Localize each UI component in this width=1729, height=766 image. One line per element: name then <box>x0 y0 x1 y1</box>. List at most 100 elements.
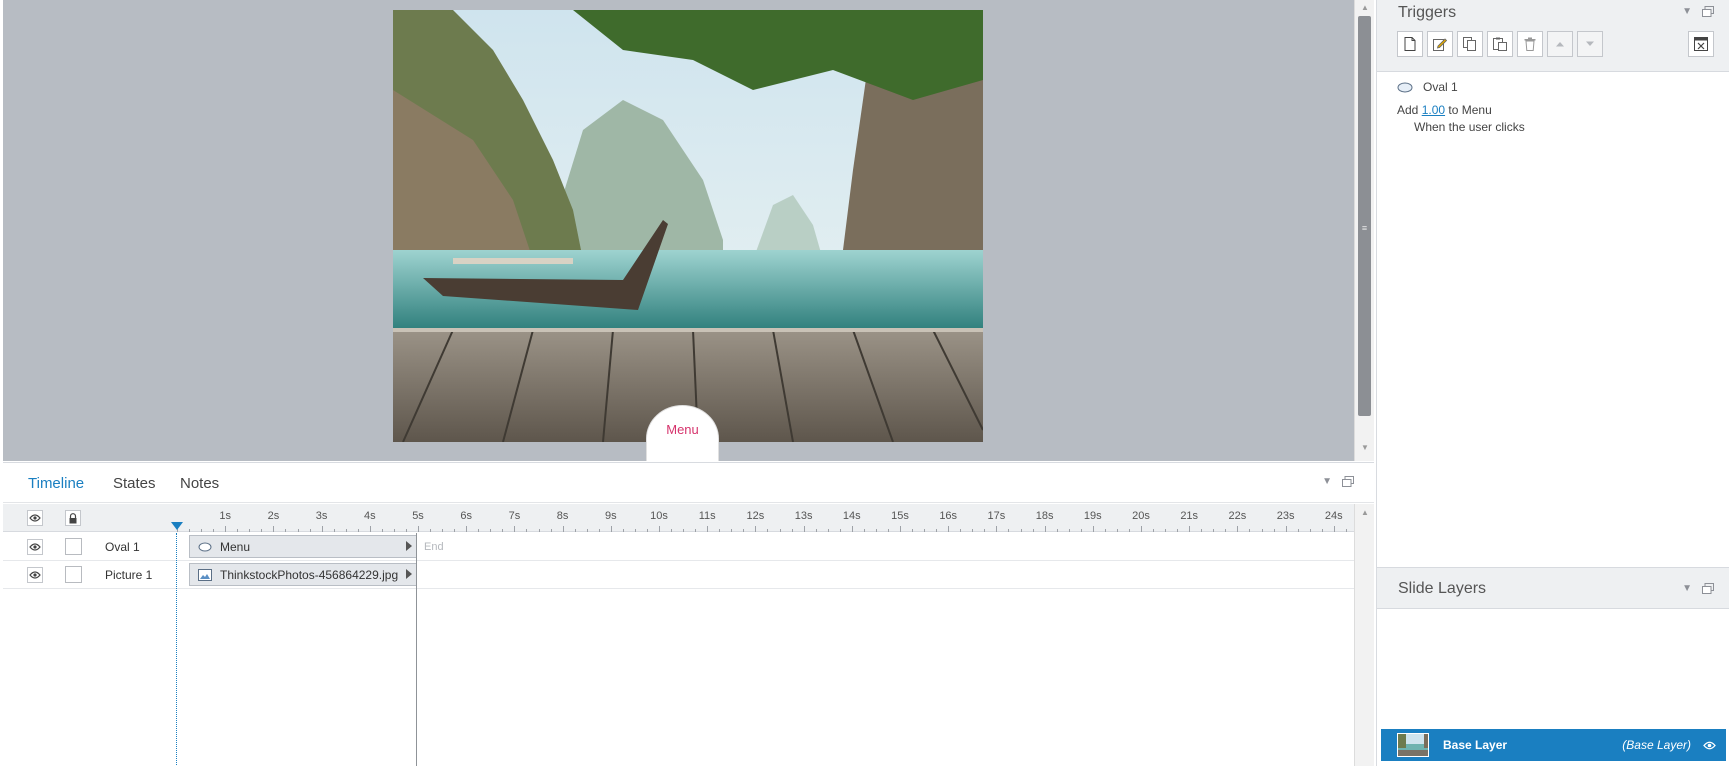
ruler-tick <box>1116 529 1118 532</box>
trash-icon <box>1524 37 1536 51</box>
ruler-tick <box>827 529 829 532</box>
timeline-vertical-scrollbar[interactable]: ▲ <box>1354 504 1374 766</box>
scrollbar-thumb[interactable]: ≡ <box>1358 16 1371 416</box>
ruler-tick <box>815 529 817 532</box>
ruler-label: 14s <box>842 510 861 522</box>
ruler-tick <box>912 529 914 532</box>
collapse-arrow-icon[interactable]: ▼ <box>1682 583 1692 597</box>
ruler-tick <box>189 529 191 532</box>
row-object-name: Oval 1 <box>105 540 140 554</box>
trigger-object-name: Oval 1 <box>1423 80 1458 94</box>
timeline-row[interactable]: Picture 1 ThinkstockPhotos-456864229.jpg <box>3 561 1354 589</box>
arrow-down-icon <box>1586 41 1594 46</box>
ruler-tick <box>1153 529 1155 532</box>
ruler-tick <box>430 529 432 532</box>
ruler-tick <box>646 529 648 532</box>
ruler-tick <box>731 529 733 532</box>
ruler-tick <box>851 526 853 532</box>
trigger-object-group[interactable]: Oval 1 <box>1397 80 1458 94</box>
expand-arrow-icon[interactable] <box>406 541 412 551</box>
scroll-up-icon[interactable]: ▲ <box>1355 508 1375 517</box>
copy-trigger-button[interactable] <box>1457 31 1483 57</box>
ruler-tick <box>586 529 588 532</box>
ruler-label: 4s <box>363 510 376 522</box>
timeline-object-bar[interactable]: Menu <box>189 535 417 558</box>
edit-trigger-button[interactable] <box>1427 31 1453 57</box>
ruler-tick <box>598 529 600 532</box>
manage-variables-button[interactable] <box>1688 31 1714 57</box>
ruler-tick <box>502 529 504 532</box>
ruler-tick <box>1333 526 1335 532</box>
undock-window-icon[interactable] <box>1702 583 1714 597</box>
timeline-header: 1s 2s 3s 4s 5s 6s 7s 8s 9s 10s 11s 12s 13s 14s 15s 16s 1… <box>3 504 1354 532</box>
collapse-arrow-icon[interactable]: ▼ <box>1322 476 1332 490</box>
undock-window-icon[interactable] <box>1342 476 1354 490</box>
new-trigger-button[interactable] <box>1397 31 1423 57</box>
ruler-tick <box>791 529 793 532</box>
ruler-tick <box>1141 526 1142 532</box>
trigger-value-link[interactable]: 1.00 <box>1422 103 1445 117</box>
storyline-editor: Menu ▲ ≡ ▼ Timeline States Notes ▼ 1s 2s… <box>0 0 1729 766</box>
collapse-arrow-icon[interactable]: ▼ <box>1682 6 1692 20</box>
layer-visibility-eye-icon[interactable] <box>1703 741 1716 750</box>
move-down-button[interactable] <box>1577 31 1603 57</box>
trigger-action-target: to Menu <box>1448 103 1492 117</box>
playhead-marker[interactable] <box>171 522 183 530</box>
ruler-label: 11s <box>698 510 716 522</box>
tab-states[interactable]: States <box>113 475 156 492</box>
undock-window-icon[interactable] <box>1702 6 1714 20</box>
menu-oval-label: Menu <box>666 422 699 437</box>
arrow-up-icon <box>1556 42 1564 47</box>
slide-picture[interactable] <box>393 10 983 442</box>
oval-icon <box>1397 82 1413 92</box>
trigger-condition[interactable]: When the user clicks <box>1414 120 1525 134</box>
move-up-button[interactable] <box>1547 31 1573 57</box>
bar-label: Menu <box>220 539 251 554</box>
delete-trigger-button[interactable] <box>1517 31 1543 57</box>
ruler-tick <box>755 526 757 532</box>
visibility-eye-icon[interactable] <box>27 567 43 583</box>
paste-trigger-button[interactable] <box>1487 31 1513 57</box>
ruler-tick <box>839 529 841 532</box>
scroll-down-icon[interactable]: ▼ <box>1355 440 1375 456</box>
ruler-tick <box>719 529 721 532</box>
end-marker-line[interactable] <box>416 533 417 766</box>
ruler-tick <box>261 529 263 532</box>
lock-all-icon[interactable] <box>65 510 81 526</box>
copy-icon <box>1463 37 1476 51</box>
panel-controls: ▼ <box>1682 583 1714 597</box>
timeline-ruler[interactable]: 1s 2s 3s 4s 5s 6s 7s 8s 9s 10s 11s 12s 13s 14s 15s 16s 1… <box>177 504 1354 532</box>
edit-pencil-icon <box>1433 38 1447 51</box>
ruler-tick <box>948 526 950 532</box>
ruler-tick <box>405 529 407 532</box>
picture-icon <box>198 568 212 581</box>
paste-icon <box>1493 37 1507 51</box>
ruler-tick <box>875 529 877 532</box>
ruler-tick <box>273 526 275 532</box>
lock-checkbox[interactable] <box>65 538 82 555</box>
timeline-tabs: Timeline States Notes ▼ <box>3 463 1374 503</box>
ruler-tick <box>213 529 215 532</box>
show-all-eye-icon[interactable] <box>27 510 43 526</box>
triggers-header: Triggers ▼ <box>1377 0 1729 72</box>
ruler-label: 24s <box>1324 510 1343 522</box>
trigger-action[interactable]: Add 1.00 to Menu <box>1397 103 1492 117</box>
ruler-label: 3s <box>315 510 328 522</box>
ruler-tick <box>659 526 660 532</box>
tab-notes[interactable]: Notes <box>180 475 219 492</box>
lock-checkbox[interactable] <box>65 566 82 583</box>
timeline-row[interactable]: Oval 1 Menu End <box>3 533 1354 561</box>
expand-arrow-icon[interactable] <box>406 569 412 579</box>
base-layer-item[interactable]: Base Layer (Base Layer) <box>1381 729 1726 761</box>
ruler-tick <box>610 526 612 532</box>
scroll-up-icon[interactable]: ▲ <box>1355 0 1375 16</box>
ruler-tick <box>1321 529 1323 532</box>
stage-vertical-scrollbar[interactable]: ▲ ≡ ▼ <box>1354 0 1374 461</box>
timeline-object-bar[interactable]: ThinkstockPhotos-456864229.jpg <box>189 563 417 586</box>
ruler-tick <box>863 529 865 532</box>
tab-timeline[interactable]: Timeline <box>28 475 84 492</box>
ruler-tick <box>285 529 287 532</box>
visibility-eye-icon[interactable] <box>27 539 43 555</box>
ruler-tick <box>1285 526 1287 532</box>
playhead-line <box>176 533 177 766</box>
